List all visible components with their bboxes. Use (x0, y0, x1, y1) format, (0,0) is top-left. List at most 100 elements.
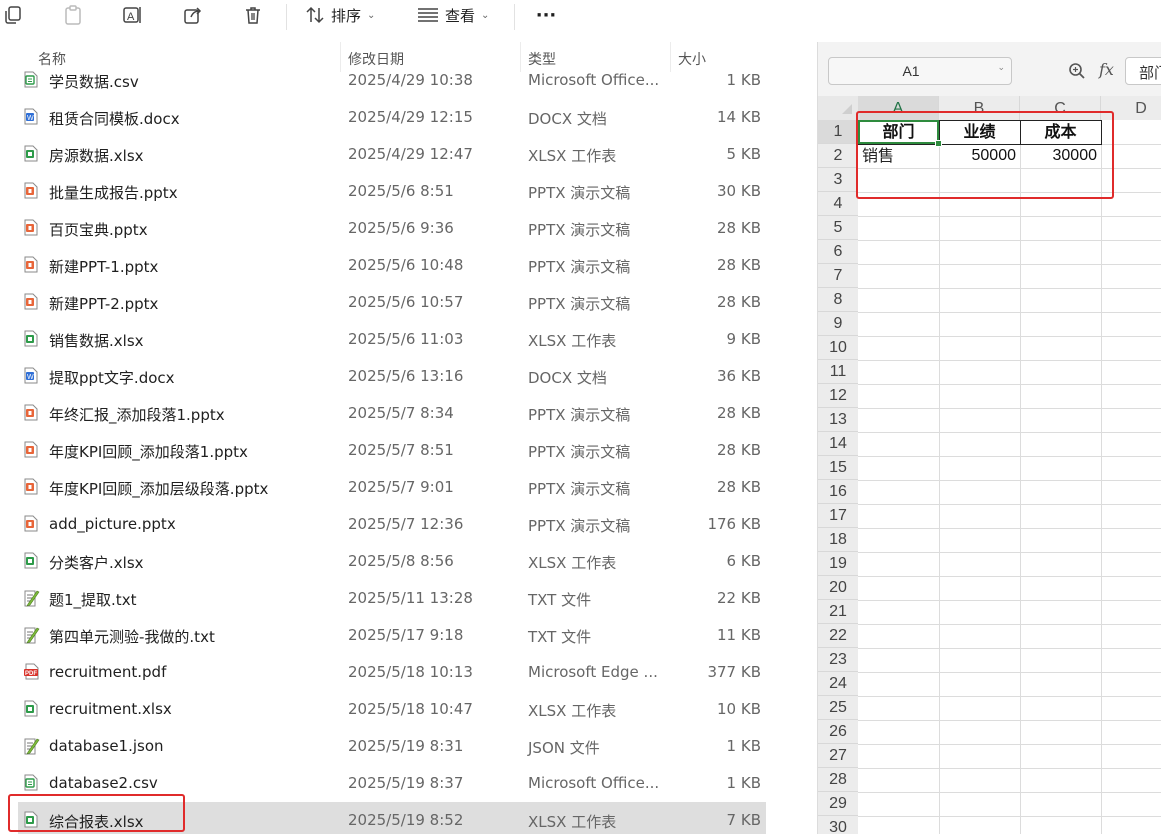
row-header[interactable]: 26 (818, 720, 858, 744)
file-row[interactable]: 百页宝典.pptx 2025/5/6 9:36 PPTX 演示文稿 28 KB (18, 210, 766, 247)
file-row[interactable]: 批量生成报告.pptx 2025/5/6 8:51 PPTX 演示文稿 30 KB (18, 173, 766, 210)
file-type: PPTX 演示文稿 (528, 480, 631, 498)
file-row[interactable]: 新建PPT-2.pptx 2025/5/6 10:57 PPTX 演示文稿 28 KB (18, 284, 766, 321)
grid-line (858, 600, 1161, 601)
more-options-button[interactable]: ··· (533, 2, 559, 28)
file-list-pane: 名称 ^ 修改日期 类型 大小 学员数据.csv 2025/4/29 10:38 M… (0, 42, 793, 834)
file-type: PPTX 演示文稿 (528, 295, 631, 313)
file-size: 5 KB (726, 145, 761, 163)
sort-button[interactable]: 排序 ⌄ (305, 2, 375, 28)
file-modified-date: 2025/5/7 8:34 (348, 404, 454, 422)
file-modified-date: 2025/5/8 8:56 (348, 552, 454, 570)
file-row[interactable]: W 提取ppt文字.docx 2025/5/6 13:16 DOCX 文档 36 KB (18, 358, 766, 395)
file-modified-date: 2025/5/6 13:16 (348, 367, 464, 385)
row-header[interactable]: 16 (818, 480, 858, 504)
chevron-down-icon: ⌄ (481, 9, 490, 21)
formula-bar-input[interactable]: 部门 (1125, 57, 1161, 85)
file-row[interactable]: PDF recruitment.pdf 2025/5/18 10:13 Microso… (18, 654, 766, 691)
row-header[interactable]: 4 (818, 192, 858, 216)
rename-icon[interactable]: A (120, 2, 146, 28)
row-header[interactable]: 15 (818, 456, 858, 480)
grid-line (939, 120, 940, 834)
function-icon[interactable]: fx (1099, 60, 1114, 79)
file-row[interactable]: 分类客户.xlsx 2025/5/8 8:56 XLSX 工作表 6 KB (18, 543, 766, 580)
file-type: TXT 文件 (528, 628, 592, 646)
paste-icon[interactable] (60, 2, 86, 28)
row-header[interactable]: 28 (818, 768, 858, 792)
file-row[interactable]: W 租赁合同模板.docx 2025/4/29 12:15 DOCX 文档 14 KB (18, 99, 766, 136)
sort-label: 排序 (331, 6, 362, 25)
row-header[interactable]: 18 (818, 528, 858, 552)
chevron-down-icon: ⌄ (367, 9, 376, 21)
file-row[interactable]: database1.json 2025/5/19 8:31 JSON 文件 1 KB (18, 728, 766, 765)
row-header[interactable]: 11 (818, 360, 858, 384)
copy-icon[interactable] (0, 2, 26, 28)
share-icon[interactable] (180, 2, 206, 28)
file-row[interactable]: 销售数据.xlsx 2025/5/6 11:03 XLSX 工作表 9 KB (18, 321, 766, 358)
pptx-file-icon (24, 441, 38, 458)
file-row[interactable]: 房源数据.xlsx 2025/4/29 12:47 XLSX 工作表 5 KB (18, 136, 766, 173)
file-row[interactable]: 学员数据.csv 2025/4/29 10:38 Microsoft Office.… (18, 62, 766, 99)
row-header[interactable]: 12 (818, 384, 858, 408)
row-header[interactable]: 7 (818, 264, 858, 288)
row-header[interactable]: 2 (818, 144, 858, 168)
file-size: 377 KB (707, 663, 761, 681)
select-all-corner[interactable] (818, 96, 858, 120)
row-header[interactable]: 25 (818, 696, 858, 720)
row-header[interactable]: 13 (818, 408, 858, 432)
row-header[interactable]: 29 (818, 792, 858, 816)
name-box[interactable]: A1 ⌄ (828, 57, 1012, 85)
file-name: 年度KPI回顾_添加段落1.pptx (49, 443, 248, 461)
row-header[interactable]: 10 (818, 336, 858, 360)
file-type: PPTX 演示文稿 (528, 406, 631, 424)
file-modified-date: 2025/4/29 10:38 (348, 71, 473, 89)
row-header[interactable]: 9 (818, 312, 858, 336)
row-header[interactable]: 17 (818, 504, 858, 528)
file-modified-date: 2025/5/17 9:18 (348, 626, 464, 644)
grid-line (858, 312, 1161, 313)
file-modified-date: 2025/5/6 9:36 (348, 219, 454, 237)
row-header[interactable]: 23 (818, 648, 858, 672)
file-size: 11 KB (717, 626, 761, 644)
file-row[interactable]: 年度KPI回顾_添加段落1.pptx 2025/5/7 8:51 PPTX 演示文稿… (18, 432, 766, 469)
file-size: 28 KB (717, 256, 761, 274)
file-size: 30 KB (717, 182, 761, 200)
row-header[interactable]: 1 (818, 120, 858, 144)
row-header[interactable]: 3 (818, 168, 858, 192)
row-header[interactable]: 30 (818, 816, 858, 834)
file-row[interactable]: 年终汇报_添加段落1.pptx 2025/5/7 8:34 PPTX 演示文稿 28 … (18, 395, 766, 432)
zoom-icon[interactable] (1068, 62, 1086, 80)
view-button[interactable]: 查看 ⌄ (417, 2, 489, 28)
file-row[interactable]: 新建PPT-1.pptx 2025/5/6 10:48 PPTX 演示文稿 28 KB (18, 247, 766, 284)
cell-area[interactable]: 部门 业绩 成本 销售 50000 30000 (858, 120, 1161, 834)
file-size: 28 KB (717, 404, 761, 422)
file-name: add_picture.pptx (49, 515, 176, 533)
row-header[interactable]: 6 (818, 240, 858, 264)
toolbar: A 排序 ⌄ 查看 ⌄ ··· (0, 0, 770, 34)
file-row[interactable]: 题1_提取.txt 2025/5/11 13:28 TXT 文件 22 KB (18, 580, 766, 617)
row-header[interactable]: 24 (818, 672, 858, 696)
file-row[interactable]: recruitment.xlsx 2025/5/18 10:47 XLSX 工作表 1… (18, 691, 766, 728)
row-header[interactable]: 20 (818, 576, 858, 600)
row-header[interactable]: 22 (818, 624, 858, 648)
row-header[interactable]: 8 (818, 288, 858, 312)
row-header[interactable]: 19 (818, 552, 858, 576)
row-header[interactable]: 5 (818, 216, 858, 240)
file-name: 年度KPI回顾_添加层级段落.pptx (49, 480, 269, 498)
xlsx-file-icon (24, 700, 38, 717)
row-header[interactable]: 27 (818, 744, 858, 768)
grid-line (858, 240, 1161, 241)
grid-line (858, 744, 1161, 745)
pptx-file-icon (24, 182, 38, 199)
file-row[interactable]: add_picture.pptx 2025/5/7 12:36 PPTX 演示文稿 1… (18, 506, 766, 543)
file-size: 14 KB (717, 108, 761, 126)
file-row[interactable]: 年度KPI回顾_添加层级段落.pptx 2025/5/7 9:01 PPTX 演示文… (18, 469, 766, 506)
delete-icon[interactable] (240, 2, 266, 28)
file-name: database1.json (49, 737, 164, 755)
file-size: 28 KB (717, 293, 761, 311)
row-header[interactable]: 14 (818, 432, 858, 456)
row-header[interactable]: 21 (818, 600, 858, 624)
docx-file-icon: W (24, 108, 38, 125)
grid-line (1020, 120, 1021, 834)
file-row[interactable]: 第四单元测验-我做的.txt 2025/5/17 9:18 TXT 文件 11 KB (18, 617, 766, 654)
